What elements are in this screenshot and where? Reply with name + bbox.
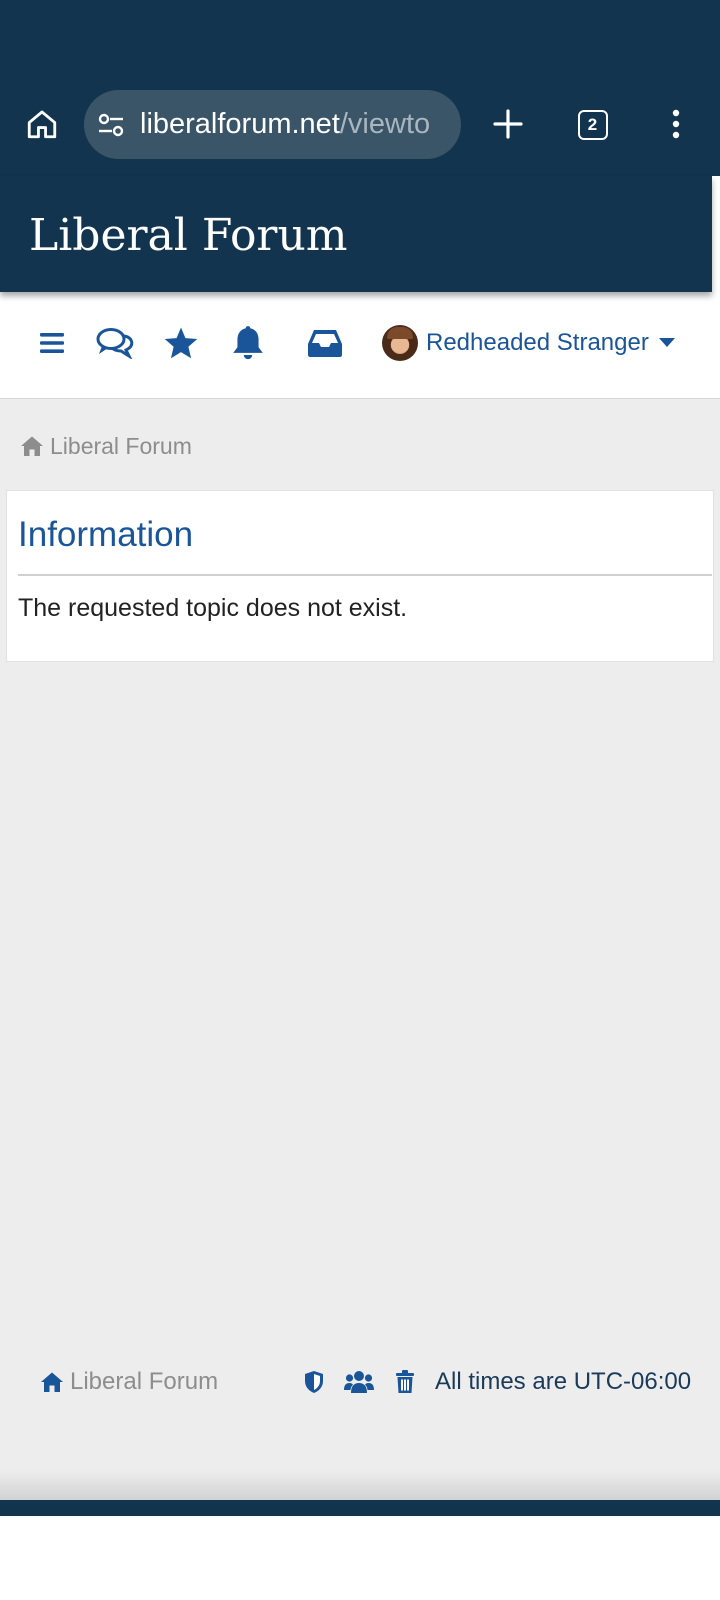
chat-bubbles-icon <box>96 328 134 359</box>
plus-icon <box>493 109 523 139</box>
browser-menu-button[interactable] <box>656 104 696 144</box>
divider <box>18 574 712 576</box>
url-text[interactable]: liberalforum.net/viewto <box>140 90 452 159</box>
page-body: Liberal Forum Information The requested … <box>0 399 720 1502</box>
caret-down-icon <box>658 338 675 347</box>
information-panel: Information The requested topic does not… <box>6 490 714 662</box>
trash-icon <box>396 1370 414 1393</box>
main-menu-button[interactable] <box>38 322 66 364</box>
shield-icon <box>305 1371 323 1393</box>
users-icon <box>344 1371 374 1393</box>
user-menu[interactable]: Redheaded Stranger <box>382 324 675 362</box>
bottom-shadow <box>0 1470 720 1502</box>
home-icon <box>21 436 43 456</box>
url-path: /viewto <box>339 108 431 140</box>
timezone-text: All times are UTC-06:00 <box>435 1368 692 1395</box>
hamburger-menu-icon <box>40 333 64 353</box>
inbox-button[interactable] <box>306 322 344 364</box>
information-message: The requested topic does not exist. <box>18 594 408 622</box>
nav-bar: Redheaded Stranger <box>0 292 720 399</box>
site-header: Liberal Forum <box>0 176 712 292</box>
breadcrumb-home-link: Liberal Forum <box>50 432 192 459</box>
site-settings-icon[interactable] <box>96 110 126 140</box>
footer-home-link[interactable]: Liberal Forum <box>40 1368 218 1396</box>
address-bar[interactable]: liberalforum.net/viewto <box>84 90 461 159</box>
team-button[interactable] <box>344 1368 374 1396</box>
url-host: liberalforum.net <box>140 108 340 140</box>
new-tab-button[interactable] <box>488 104 528 144</box>
conversations-button[interactable] <box>95 322 135 364</box>
bottom-blank-area <box>0 1516 720 1600</box>
tab-switcher-button[interactable]: 2 <box>576 108 610 142</box>
footer-home-label: Liberal Forum <box>70 1368 219 1395</box>
avatar <box>382 325 418 361</box>
privacy-button[interactable] <box>303 1368 325 1396</box>
bell-icon <box>233 326 263 360</box>
inbox-icon <box>308 330 342 357</box>
information-title: Information <box>18 515 194 554</box>
browser-home-button[interactable] <box>22 104 62 144</box>
status-bar <box>0 0 720 84</box>
home-outline-icon <box>27 110 57 139</box>
bottom-band <box>0 1500 720 1516</box>
tab-count: 2 <box>587 115 598 134</box>
user-name: Redheaded Stranger <box>426 329 649 356</box>
site-title[interactable]: Liberal Forum <box>29 210 348 261</box>
home-icon <box>41 1372 63 1392</box>
star-icon <box>164 327 198 359</box>
notifications-button[interactable] <box>230 322 266 364</box>
footer: Liberal Forum All times are UTC-06:00 <box>0 1360 720 1404</box>
bookmarks-button[interactable] <box>162 322 200 364</box>
more-vertical-icon <box>672 109 680 139</box>
delete-cookies-button[interactable] <box>394 1368 416 1396</box>
breadcrumb[interactable]: Liberal Forum <box>20 431 192 461</box>
